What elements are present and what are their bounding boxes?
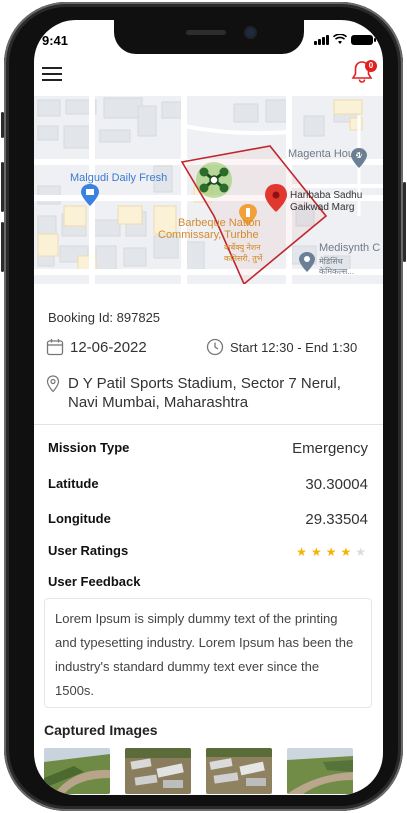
booking-id: Booking Id: 897825 <box>48 310 161 325</box>
volume-up-button <box>1 162 4 212</box>
wifi-icon <box>333 34 347 44</box>
booking-date-text: 12-06-2022 <box>70 338 147 356</box>
mission-type-value: Emergency <box>292 440 368 457</box>
rating-stars: ★ ★ ★ ★ ★ <box>296 545 366 559</box>
map-label-haribaba: Haribaba Sadhu <box>290 190 363 201</box>
longitude-row: Longitude 29.33504 <box>48 511 368 531</box>
status-time: 9:41 <box>42 33 69 48</box>
captured-images-title: Captured Images <box>44 722 158 738</box>
front-camera <box>246 28 255 37</box>
map-label-barbeque: Barbeque Nation <box>178 217 261 229</box>
captured-images-strip <box>44 748 353 794</box>
captured-image-thumbnail[interactable] <box>287 748 353 794</box>
latitude-label: Latitude <box>48 476 99 491</box>
phone-frame: 9:41 0 Magenta House Malgudi Daily Fresh… <box>1 2 406 811</box>
address-line-2: Navi Mumbai, Maharashtra <box>68 394 249 411</box>
map-label-barbeque-hi: बार्बेक्यु नेशन <box>224 243 261 252</box>
feedback-text: Lorem Ipsum is simply dummy text of the … <box>44 598 372 708</box>
volume-down-button <box>1 222 4 272</box>
user-feedback-label: User Feedback <box>48 574 141 589</box>
star-filled-icon: ★ <box>296 545 307 559</box>
notification-badge: 0 <box>365 60 377 72</box>
power-button <box>403 182 406 262</box>
user-ratings-row: User Ratings ★ ★ ★ ★ ★ <box>48 543 368 563</box>
address-line-1: D Y Patil Sports Stadium, Sector 7 Nerul… <box>68 375 341 392</box>
map-label-malgudi: Malgudi Daily Fresh <box>70 172 168 184</box>
clock-icon <box>206 338 224 356</box>
captured-image-thumbnail[interactable] <box>125 748 191 794</box>
booking-time: Start 12:30 - End 1:30 <box>206 338 357 356</box>
latitude-value: 30.30004 <box>305 476 368 493</box>
user-feedback-row: User Feedback <box>48 574 368 594</box>
menu-button[interactable] <box>42 64 62 82</box>
map-view[interactable]: Magenta House Malgudi Daily Fresh Hariba… <box>34 96 383 284</box>
star-filled-icon: ★ <box>340 545 352 559</box>
map-label-medisynth-hi2: केमिकल्स... <box>319 267 354 276</box>
star-filled-icon: ★ <box>325 545 337 559</box>
map-label-magenta-house: Magenta House <box>288 148 366 160</box>
longitude-label: Longitude <box>48 511 111 526</box>
map-label-commissary-hi: कमिसरी, तुर्भे <box>224 254 263 263</box>
map-label-commissary: Commissary, Turbhe <box>158 229 259 241</box>
captured-image-thumbnail[interactable] <box>44 748 110 794</box>
signal-icon <box>314 34 329 45</box>
calendar-icon <box>46 339 64 356</box>
app-header: 0 <box>34 58 383 94</box>
star-filled-icon: ★ <box>310 545 322 559</box>
longitude-value: 29.33504 <box>305 511 368 528</box>
booking-address: D Y Patil Sports Stadium, Sector 7 Nerul… <box>46 374 366 412</box>
booking-date: 12-06-2022 <box>46 338 147 356</box>
app-screen: 9:41 0 Magenta House Malgudi Daily Fresh… <box>34 20 383 795</box>
notch <box>114 20 304 54</box>
battery-icon <box>351 34 376 45</box>
captured-image-thumbnail[interactable] <box>206 748 272 794</box>
map-label-gaikwad: Gaikwad Marg <box>290 202 355 213</box>
location-pin-icon <box>46 375 60 393</box>
booking-time-text: Start 12:30 - End 1:30 <box>230 339 358 355</box>
section-divider <box>34 424 383 425</box>
speaker <box>186 30 226 35</box>
user-ratings-label: User Ratings <box>48 543 129 558</box>
mute-switch <box>1 112 4 138</box>
map-label-medisynth: Medisynth C <box>319 242 381 254</box>
latitude-row: Latitude 30.30004 <box>48 476 368 496</box>
notification-button[interactable]: 0 <box>351 60 377 86</box>
mission-type-label: Mission Type <box>48 440 130 455</box>
mission-type-row: Mission Type Emergency <box>48 440 368 460</box>
menu-icon <box>42 67 62 69</box>
star-empty-icon: ★ <box>355 545 366 559</box>
